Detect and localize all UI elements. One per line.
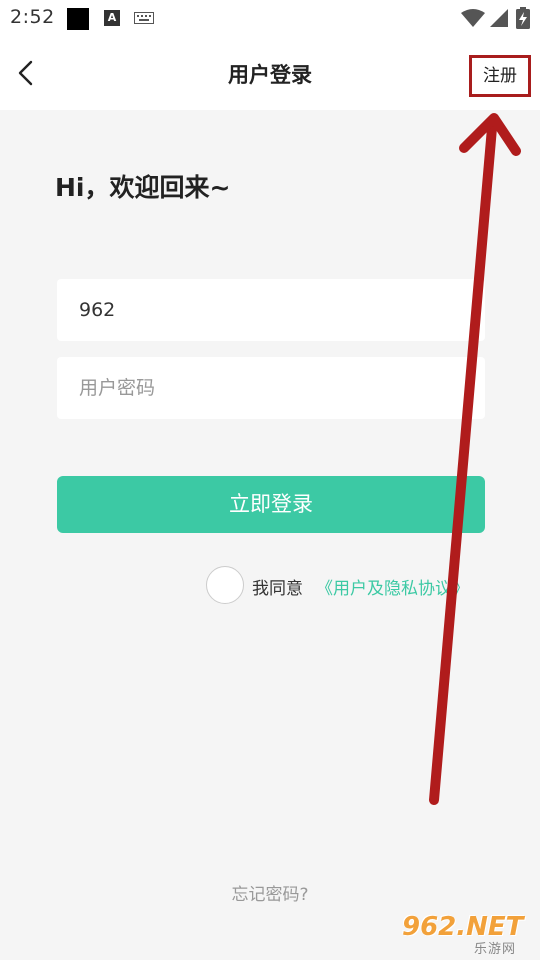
a-notification-icon: A (104, 10, 120, 26)
nav-bar: 用户登录 注册 (0, 36, 540, 110)
password-field-container (57, 357, 485, 419)
username-field-container (57, 279, 485, 341)
agreement-prefix: 我同意 (252, 579, 303, 599)
keyboard-icon (134, 12, 154, 24)
forgot-password-link[interactable]: 忘记密码? (0, 880, 540, 905)
password-input[interactable] (79, 357, 463, 419)
welcome-heading: Hi，欢迎回来~ (55, 173, 231, 202)
status-time: 2:52 (10, 6, 55, 28)
page-title: 用户登录 (228, 63, 312, 87)
agreement-checkbox[interactable] (206, 566, 244, 604)
watermark-sub: 乐游网 (474, 942, 517, 957)
username-input[interactable] (79, 279, 463, 341)
signal-icon (490, 9, 508, 27)
status-bar: 2:52 A (0, 0, 540, 36)
watermark-logo: 962.NET 乐游网 (402, 912, 536, 958)
register-button[interactable]: 注册 (469, 55, 531, 97)
notification-square-icon (67, 8, 89, 30)
login-button[interactable]: 立即登录 (57, 476, 485, 533)
wifi-icon (461, 9, 485, 27)
privacy-agreement-link[interactable]: 《用户及隐私协议》 (316, 574, 469, 599)
battery-icon (516, 7, 530, 29)
